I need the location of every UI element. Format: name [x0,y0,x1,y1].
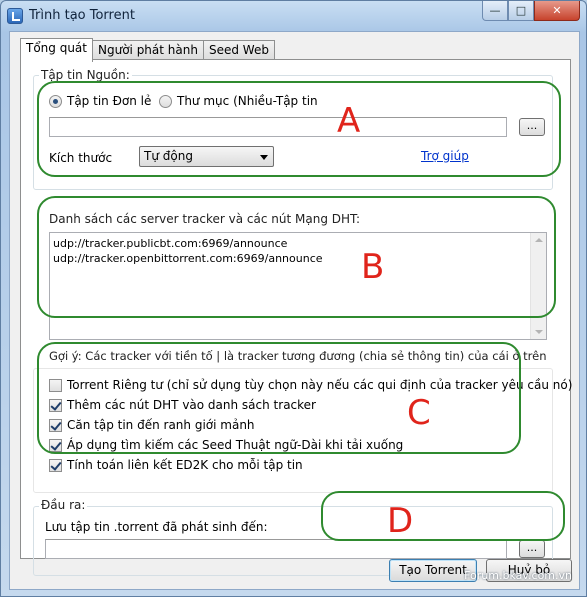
dialog-client: Tổng quát Người phát hành Seed Web Tập t… [9,31,580,590]
add-dht-checkbox[interactable]: Thêm các nút DHT vào danh sách tracker [49,398,316,412]
tracker-line: udp://tracker.openbittorrent.com:6969/an… [53,252,323,265]
align-pieces-checkbox[interactable]: Căn tập tin đến ranh giới mảnh [49,418,255,432]
source-path-input[interactable] [49,117,507,137]
scroll-up-icon[interactable] [535,238,543,242]
radio-folder[interactable]: Thư mục (Nhiều-Tập tin [159,94,318,108]
private-torrent-checkbox[interactable]: Torrent Riêng tư (chỉ sử dụng tùy chọn n… [49,378,572,392]
align-pieces-box [49,418,62,432]
title-bar[interactable]: Trình tạo Torrent — □ ✕ [1,1,586,31]
source-group-label: Tập tin Nguồn: [39,68,132,82]
radio-folder-label: Thư mục (Nhiều-Tập tin [177,94,318,108]
trackers-label: Danh sách các server tracker và các nút … [49,212,361,226]
annotation-letter-c: C [407,393,431,433]
tab-web-seed[interactable]: Seed Web [202,40,275,60]
ed2k-checkbox[interactable]: Tính toán liên kết ED2K cho mỗi tập tin [49,458,303,472]
add-dht-label: Thêm các nút DHT vào danh sách tracker [67,398,316,412]
maximize-button[interactable]: □ [508,1,534,21]
align-pieces-label: Căn tập tin đến ranh giới mảnh [67,418,255,432]
minimize-button[interactable]: — [482,1,508,21]
trackers-hint: Gợi ý: Các tracker với tiền tố | là trac… [49,349,547,363]
private-torrent-box [49,378,62,392]
radio-single-dot [49,94,62,108]
help-link[interactable]: Trợ giúp [421,149,469,163]
radio-single-label: Tập tin Đơn lẻ [67,94,152,108]
app-icon [7,8,23,24]
tab-publisher[interactable]: Người phát hành [92,40,204,60]
piece-size-label: Kích thước [49,151,113,165]
chevron-down-icon [260,155,268,160]
annotation-letter-b: B [361,247,385,287]
general-tab-page: Tập tin Nguồn: Tập tin Đơn lẻ Thư mục (N… [20,59,572,576]
annotation-letter-a: A [337,101,361,141]
output-group-label: Đầu ra: [39,498,88,512]
piece-size-select[interactable]: Tự động [139,146,274,167]
scroll-down-icon[interactable] [535,330,543,334]
output-save-label: Lưu tập tin .torrent đã phát sinh đến: [45,520,268,534]
annotation-letter-d: D [387,501,414,541]
radio-folder-dot [159,94,172,108]
radio-single-file[interactable]: Tập tin Đơn lẻ [49,94,151,108]
trackers-scrollbar[interactable] [530,233,546,339]
output-browse-button[interactable]: ... [519,540,545,558]
torrent-maker-window: Trình tạo Torrent — □ ✕ Tổng quát Người … [0,0,587,597]
private-torrent-label: Torrent Riêng tư (chỉ sử dụng tùy chọn n… [67,378,573,392]
long-term-seed-checkbox[interactable]: Áp dụng tìm kiếm các Seed Thuật ngữ-Dài … [49,438,403,452]
long-term-seed-box [49,438,62,452]
tab-general[interactable]: Tổng quát [20,38,93,62]
trackers-textarea[interactable]: udp://tracker.publicbt.com:6969/announce… [49,232,547,340]
forum-watermark: Forum.bkav.com.vn [464,569,572,582]
window-title: Trình tạo Torrent [29,8,135,23]
piece-size-value: Tự động [144,149,193,163]
ed2k-label: Tính toán liên kết ED2K cho mỗi tập tin [67,458,303,472]
close-button[interactable]: ✕ [534,1,580,21]
ed2k-box [49,458,62,472]
long-term-seed-label: Áp dụng tìm kiếm các Seed Thuật ngữ-Dài … [67,438,404,452]
output-path-input[interactable] [45,539,507,559]
window-controls: — □ ✕ [482,1,580,21]
add-dht-box [49,398,62,412]
tracker-line: udp://tracker.publicbt.com:6969/announce [53,237,288,250]
source-browse-button[interactable]: ... [519,118,545,136]
